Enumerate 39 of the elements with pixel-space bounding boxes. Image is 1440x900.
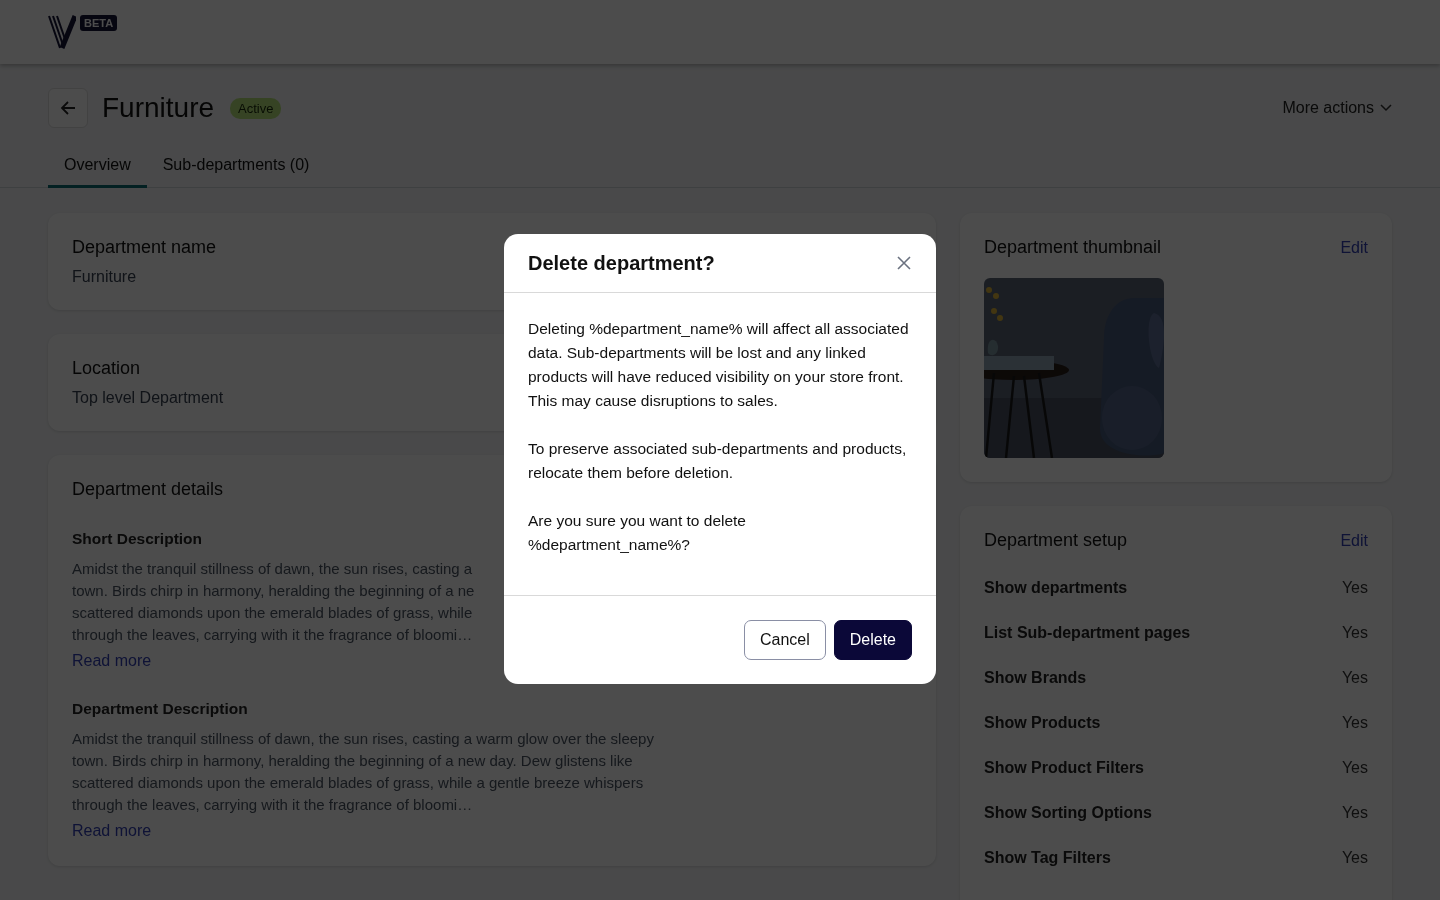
card-title: Department thumbnail: [984, 237, 1162, 258]
setting-value: Yes: [1341, 623, 1368, 642]
setting-label: Show Tag Filters: [984, 848, 1111, 867]
setting-value: Yes: [1341, 578, 1368, 597]
read-more-link[interactable]: Read more: [72, 822, 152, 840]
tab[interactable]: Overview: [48, 148, 147, 188]
page-title: Furniture: [102, 92, 215, 124]
tab[interactable]: Sub-departments (0): [146, 148, 326, 188]
card-title: Department details: [72, 479, 224, 500]
card-title: Location: [72, 358, 141, 379]
setting-label: Show Brands: [984, 668, 1087, 687]
setting-value: Yes: [1341, 848, 1368, 867]
close-icon: [896, 255, 912, 271]
section-title: Short Description: [72, 530, 203, 548]
setting-label: List Sub-department pages: [984, 623, 1191, 642]
setting-label: Show departments: [984, 578, 1128, 597]
edit-link[interactable]: Edit: [1340, 238, 1368, 257]
setting-label: Show Product Filters: [984, 758, 1144, 777]
edit-link[interactable]: Edit: [1340, 531, 1368, 550]
card-title: Department setup: [984, 530, 1128, 551]
setting-value: Yes: [1341, 713, 1368, 732]
dialog-text: Deleting %department_name% will affect all associated data. Sub-departments will be lost and any linked products will have reduced visibility on your store front. This may cause disruptions to sales.: [528, 319, 910, 411]
setting-value: Yes: [1341, 668, 1368, 687]
read-more-link[interactable]: Read more: [72, 652, 152, 670]
setting-value: Yes: [1341, 803, 1368, 822]
setting-label: Show Sorting Options: [984, 803, 1152, 822]
dialog-title: Delete department?: [528, 251, 715, 275]
more-actions-button[interactable]: More actions: [1282, 99, 1392, 117]
dialog-text: Are you sure you want to delete %department_name%?: [528, 511, 747, 555]
card-title: Department name: [72, 237, 217, 258]
dialog-text: To preserve associated sub-departments and products, relocate them before deletion.: [528, 439, 908, 483]
delete-button[interactable]: Delete: [833, 620, 912, 660]
close-button[interactable]: [896, 255, 912, 271]
cancel-button[interactable]: Cancel: [743, 620, 826, 660]
field-value: Top level Department: [72, 389, 224, 407]
section-title: Department Description: [72, 700, 248, 718]
setting-label: Show Products: [984, 713, 1101, 732]
field-value: Furniture: [72, 268, 137, 286]
setting-value: Yes: [1341, 758, 1368, 777]
